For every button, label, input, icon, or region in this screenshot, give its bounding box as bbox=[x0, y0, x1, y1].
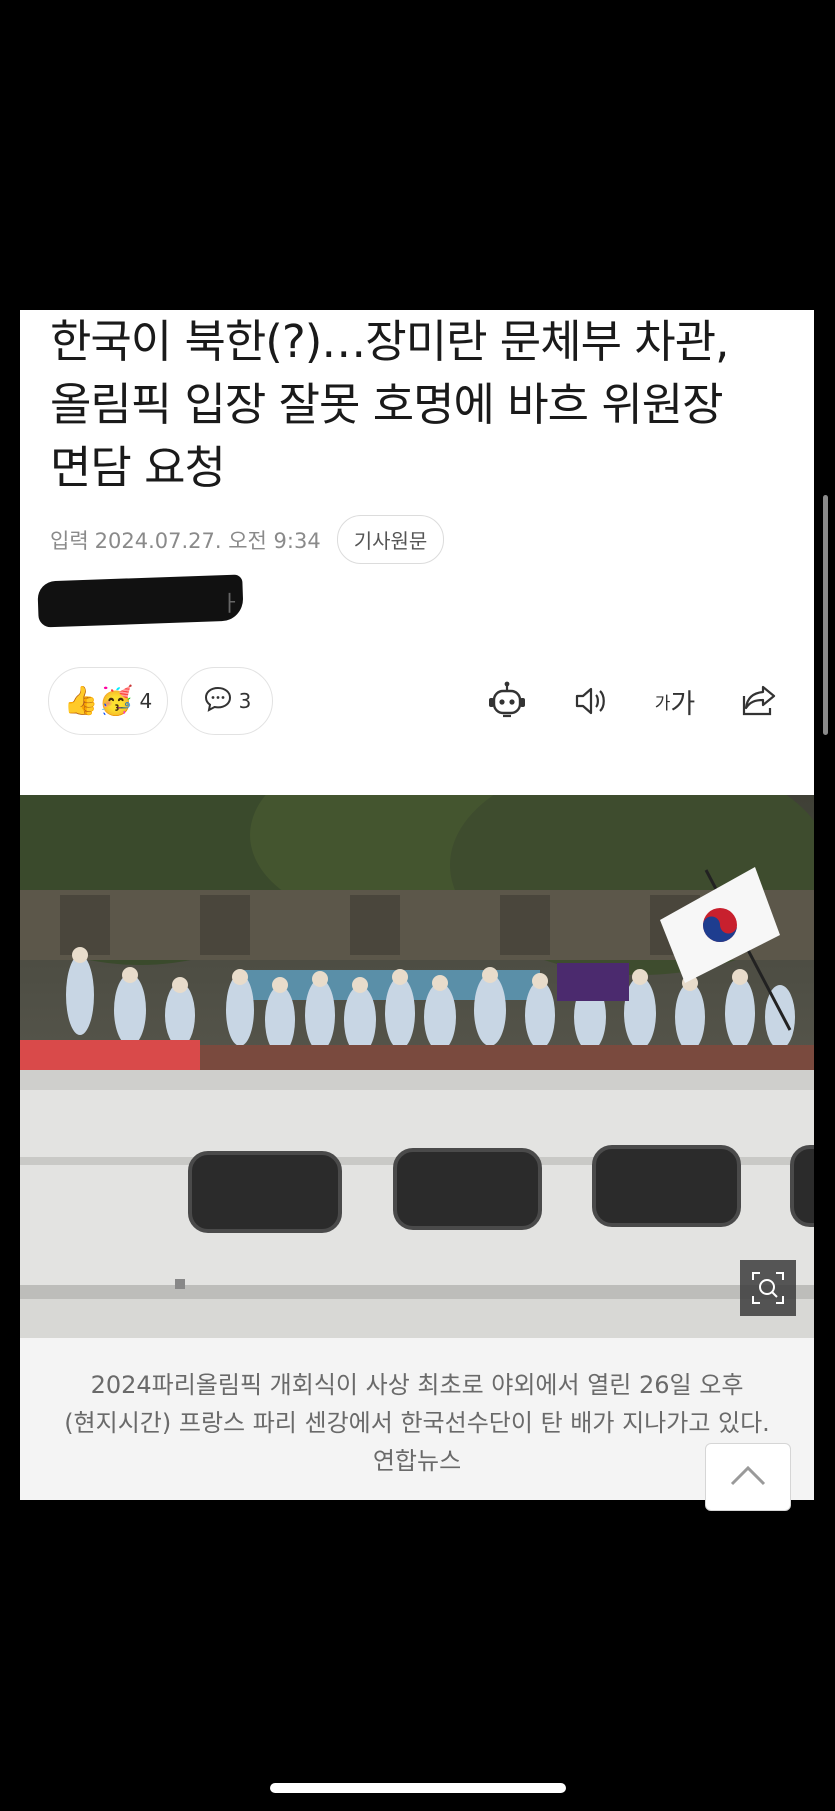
original-article-button[interactable]: 기사원문 bbox=[336, 515, 445, 564]
zoom-icon[interactable] bbox=[740, 1260, 796, 1316]
reaction-count: 4 bbox=[139, 689, 153, 713]
article-meta: 입력 2024.07.27. 오전 9:34 기사원문 bbox=[50, 515, 445, 564]
comment-count: 3 bbox=[238, 689, 252, 713]
font-size-icon[interactable]: 가가 bbox=[650, 676, 700, 726]
robot-icon[interactable] bbox=[482, 676, 532, 726]
redacted-reporter bbox=[37, 574, 244, 628]
comment-button[interactable]: 3 bbox=[181, 667, 273, 735]
comment-icon bbox=[203, 685, 233, 718]
article-photo[interactable] bbox=[20, 795, 814, 1338]
date-label: 입력 bbox=[50, 528, 89, 553]
thumbs-up-icon: 👍 bbox=[63, 684, 99, 717]
boat-photo-illustration bbox=[20, 795, 814, 1338]
chevron-up-icon bbox=[728, 1462, 768, 1492]
font-size-large-label: 가 bbox=[670, 688, 696, 720]
article-toolbar: 가가 bbox=[482, 676, 784, 726]
hugging-face-icon: 🥳 bbox=[98, 684, 134, 717]
article-date: 2024.07.27. 오전 9:34 bbox=[94, 528, 321, 553]
article-page: 한국이 북한(?)…장미란 문체부 차관, 올림픽 입장 잘못 호명에 바흐 위… bbox=[20, 310, 814, 1500]
article-title: 한국이 북한(?)…장미란 문체부 차관, 올림픽 입장 잘못 호명에 바흐 위… bbox=[50, 315, 729, 494]
reporter-tail: ㅏ bbox=[220, 592, 241, 617]
font-size-small-label: 가 bbox=[654, 693, 671, 714]
scrollbar[interactable] bbox=[823, 495, 828, 735]
scroll-top-button[interactable] bbox=[705, 1443, 791, 1511]
share-icon[interactable] bbox=[734, 676, 784, 726]
photo-caption: 2024파리올림픽 개회식이 사상 최초로 야외에서 열린 26일 오후(현지시… bbox=[20, 1338, 814, 1500]
reaction-button[interactable]: 👍 🥳 4 bbox=[48, 667, 168, 735]
speaker-icon[interactable] bbox=[566, 676, 616, 726]
home-indicator[interactable] bbox=[270, 1783, 566, 1793]
